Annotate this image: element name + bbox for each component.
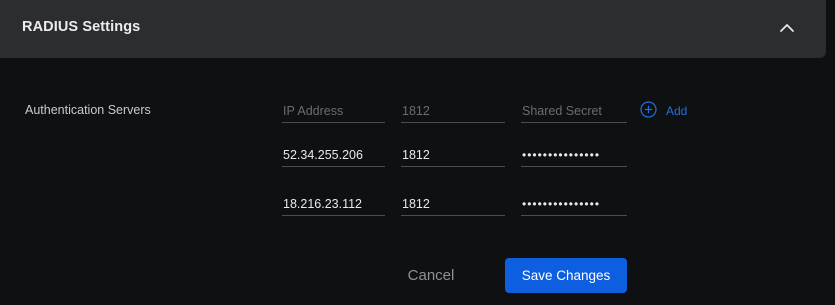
server-1-ip-field[interactable] xyxy=(282,144,385,167)
new-ip-address-field[interactable] xyxy=(282,100,385,123)
server-2-secret-field[interactable] xyxy=(521,193,627,216)
chevron-up-icon xyxy=(780,24,794,32)
section-title: RADIUS Settings xyxy=(22,19,141,35)
add-label: Add xyxy=(666,103,688,118)
server-1-ip-input[interactable] xyxy=(282,144,385,166)
server-2-port-input[interactable] xyxy=(401,193,505,215)
server-2-ip-field[interactable] xyxy=(282,193,385,216)
add-server-button[interactable]: Add xyxy=(640,101,687,118)
new-port-input[interactable] xyxy=(401,100,505,122)
server-1-port-field[interactable] xyxy=(401,144,505,167)
collapse-button[interactable] xyxy=(772,14,802,42)
new-ip-address-input[interactable] xyxy=(282,100,385,122)
authentication-servers-label: Authentication Servers xyxy=(25,103,151,117)
server-1-secret-input[interactable] xyxy=(521,144,627,166)
save-changes-button[interactable]: Save Changes xyxy=(505,258,627,293)
server-2-ip-input[interactable] xyxy=(282,193,385,215)
cancel-button[interactable]: Cancel xyxy=(386,258,476,293)
server-1-secret-field[interactable] xyxy=(521,144,627,167)
new-port-field[interactable] xyxy=(401,100,505,123)
server-2-secret-input[interactable] xyxy=(521,193,627,215)
new-shared-secret-input[interactable] xyxy=(521,100,627,122)
server-1-port-input[interactable] xyxy=(401,144,505,166)
radius-settings-page: RADIUS Settings Authentication Servers A… xyxy=(0,0,835,305)
server-2-port-field[interactable] xyxy=(401,193,505,216)
section-header[interactable]: RADIUS Settings xyxy=(0,0,826,58)
new-shared-secret-field[interactable] xyxy=(521,100,627,123)
plus-circle-icon xyxy=(640,101,657,118)
